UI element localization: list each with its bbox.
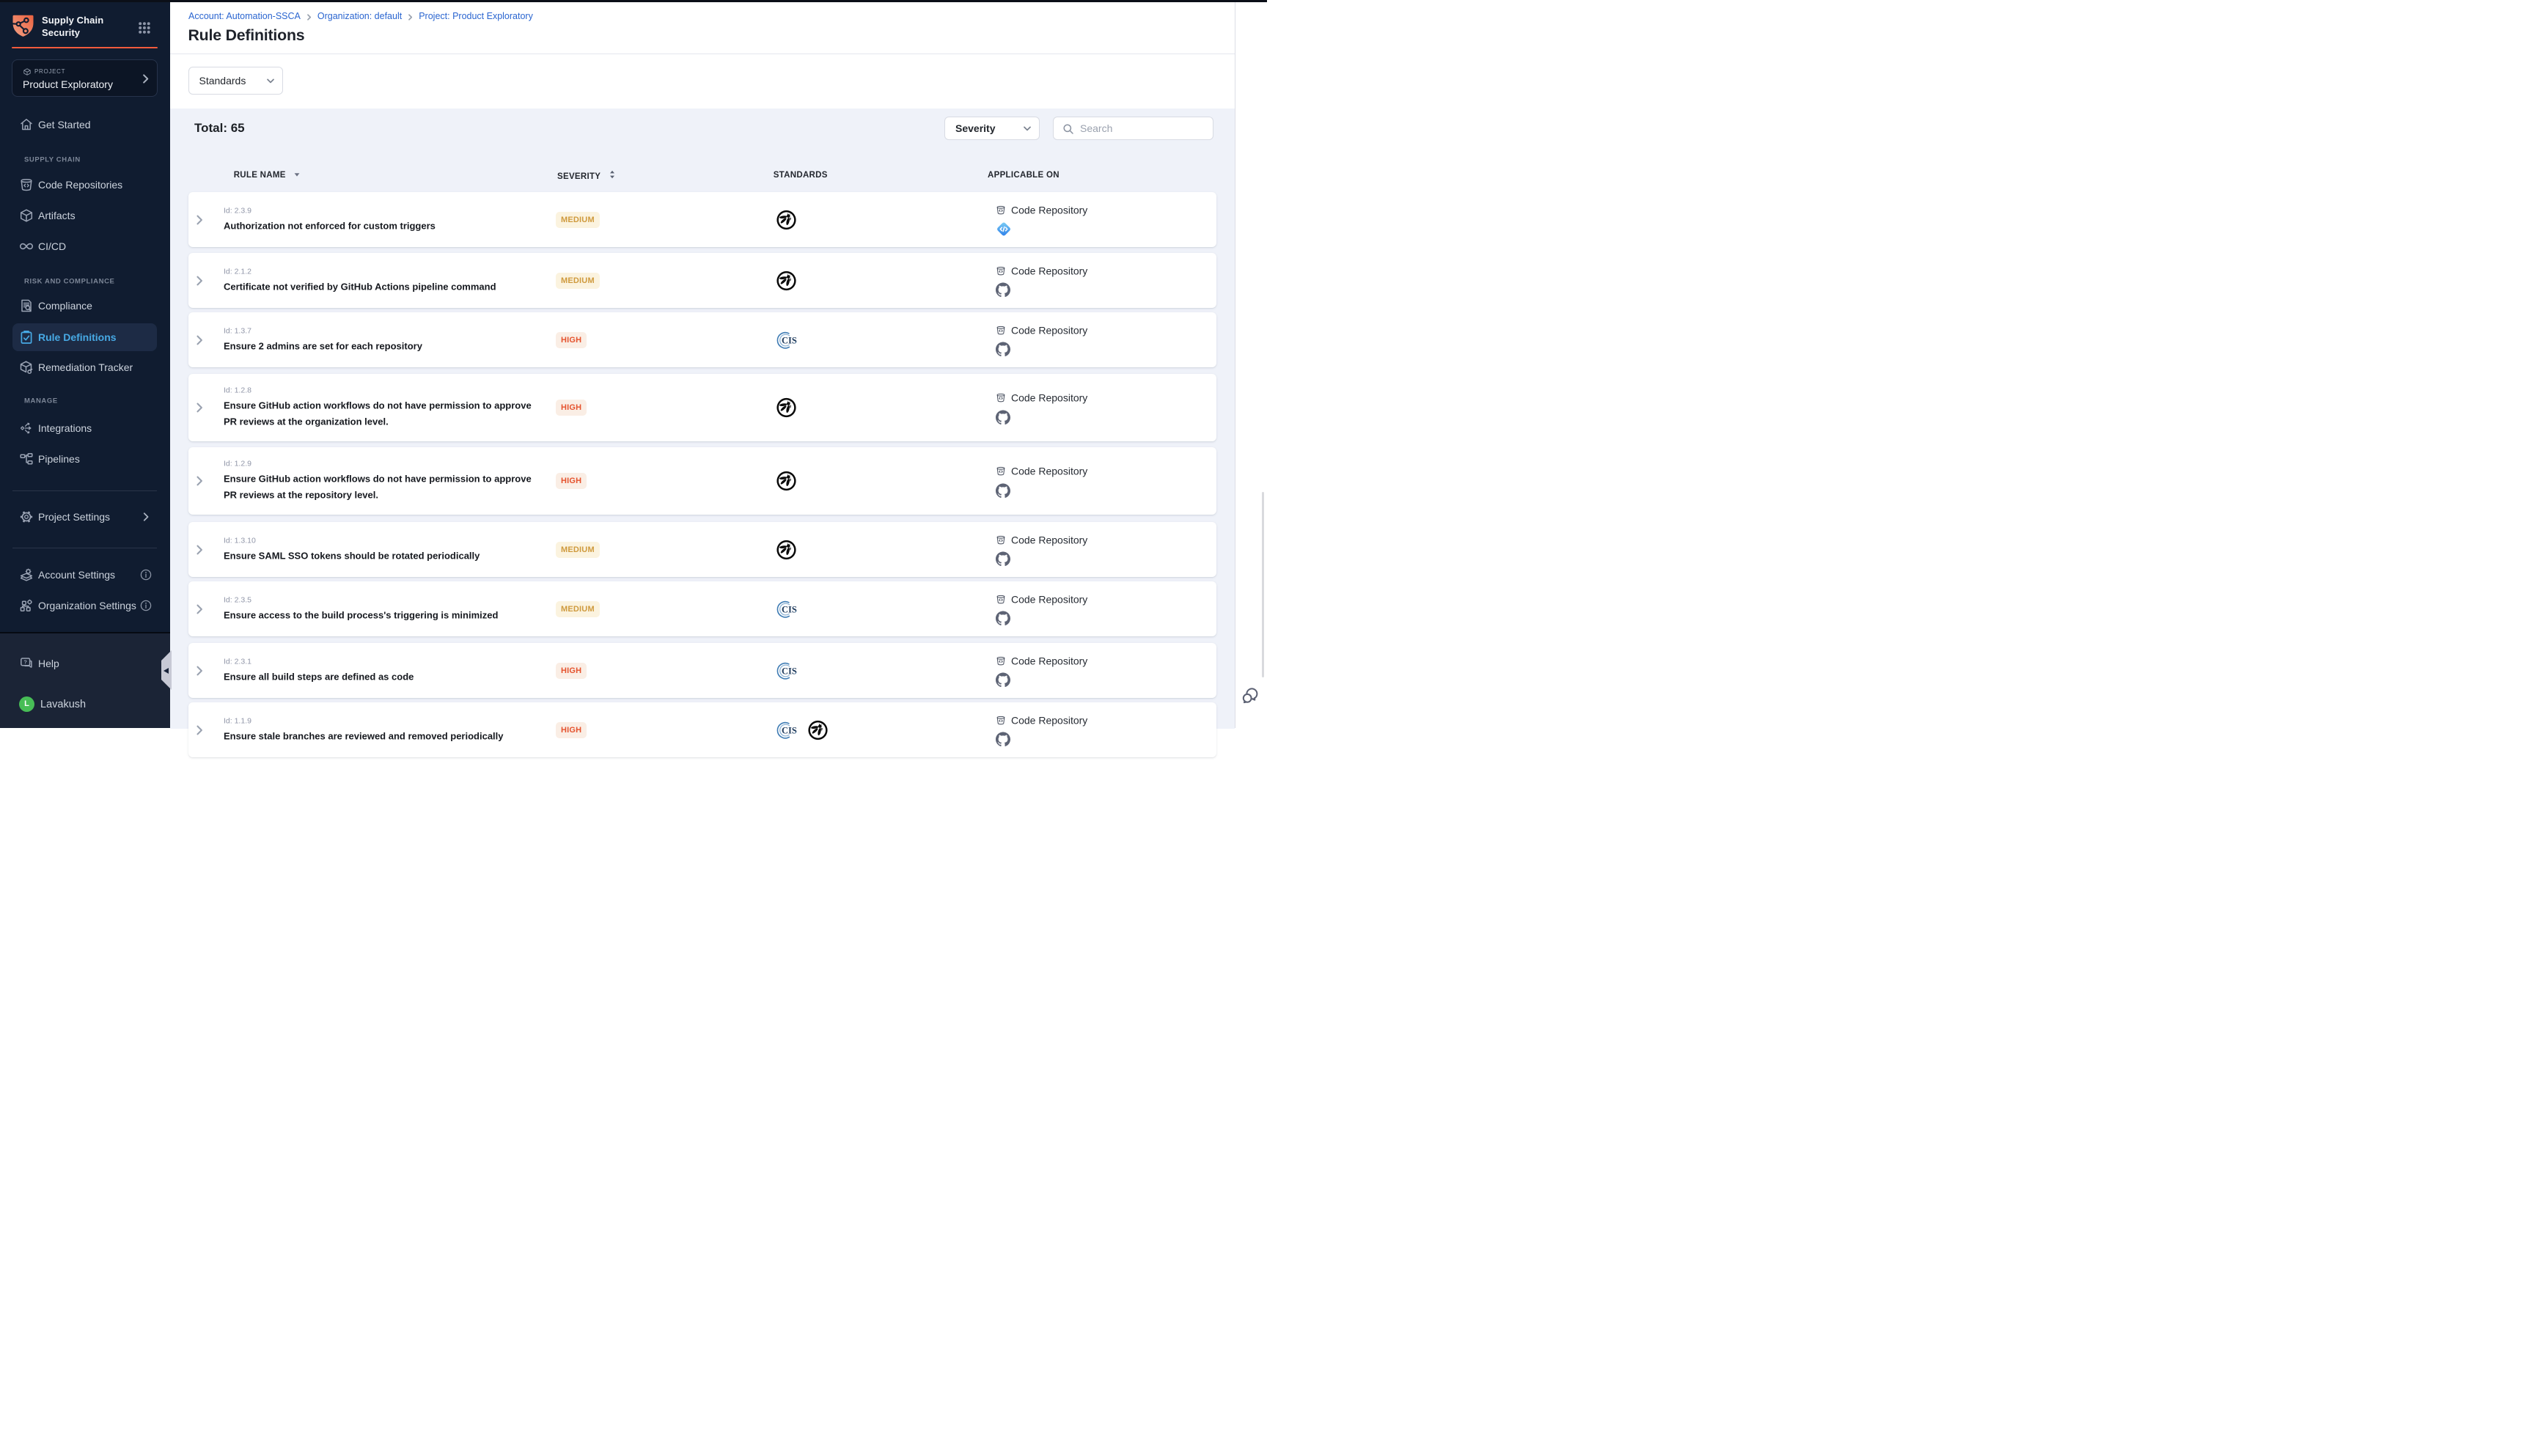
svg-text:?: ? [23,658,27,665]
svg-text:CIS: CIS [782,604,797,614]
svg-text:CIS: CIS [782,725,797,735]
svg-text:CIS: CIS [782,335,797,345]
svg-text:CIS: CIS [782,666,797,676]
